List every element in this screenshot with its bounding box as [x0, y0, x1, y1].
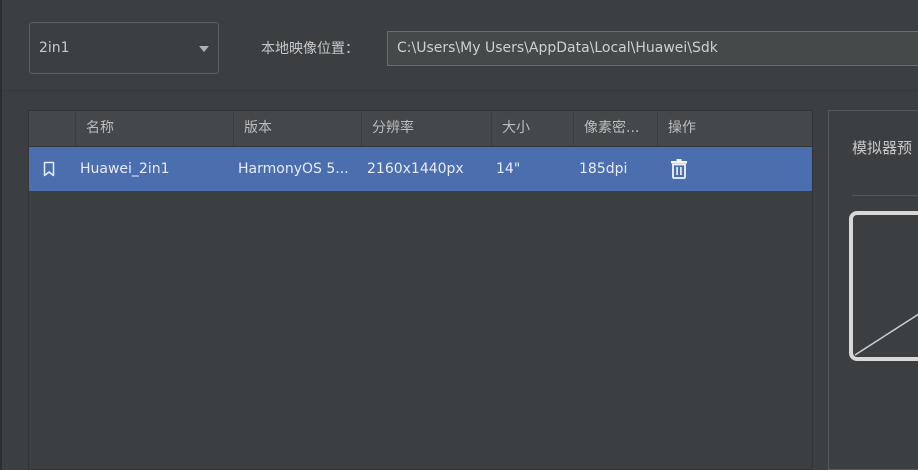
table-row[interactable]: Huawei_2in1 HarmonyOS 5... 2160x1440px 1…: [29, 147, 812, 191]
preview-title: 模拟器预: [852, 139, 913, 157]
emulator-preview-panel: 模拟器预: [828, 110, 918, 470]
column-header-density[interactable]: 像素密...: [573, 111, 657, 146]
chevron-down-icon: [199, 46, 209, 52]
emulator-manager-window: 2in1 本地映像位置： C:\Users\My Users\AppData\L…: [0, 0, 918, 470]
preview-separator: [852, 195, 918, 196]
bookmark-icon[interactable]: [43, 161, 55, 177]
device-preview-image: [849, 211, 918, 361]
cell-version: HarmonyOS 5...: [238, 161, 349, 177]
column-header-size[interactable]: 大小: [491, 111, 573, 146]
cell-name: Huawei_2in1: [80, 161, 170, 177]
column-header-version[interactable]: 版本: [233, 111, 361, 146]
column-header-actions[interactable]: 操作: [657, 111, 812, 146]
column-header-name[interactable]: 名称: [75, 111, 233, 146]
section-divider: [4, 90, 918, 91]
column-header-resolution[interactable]: 分辨率: [361, 111, 491, 146]
cell-size: 14": [496, 161, 521, 177]
cell-density: 185dpi: [579, 161, 628, 177]
trash-icon[interactable]: [670, 159, 688, 179]
device-type-value: 2in1: [39, 40, 70, 56]
image-location-label: 本地映像位置：: [261, 41, 359, 57]
table-header: 名称 版本 分辨率 大小 像素密... 操作: [29, 111, 812, 147]
image-location-input[interactable]: C:\Users\My Users\AppData\Local\Huawei\S…: [387, 31, 918, 66]
cell-resolution: 2160x1440px: [367, 161, 464, 177]
device-table: 名称 版本 分辨率 大小 像素密... 操作 Huawei_2in1 Harmo…: [28, 110, 813, 470]
column-header-icon: [29, 111, 75, 146]
device-type-dropdown[interactable]: 2in1: [29, 22, 219, 74]
